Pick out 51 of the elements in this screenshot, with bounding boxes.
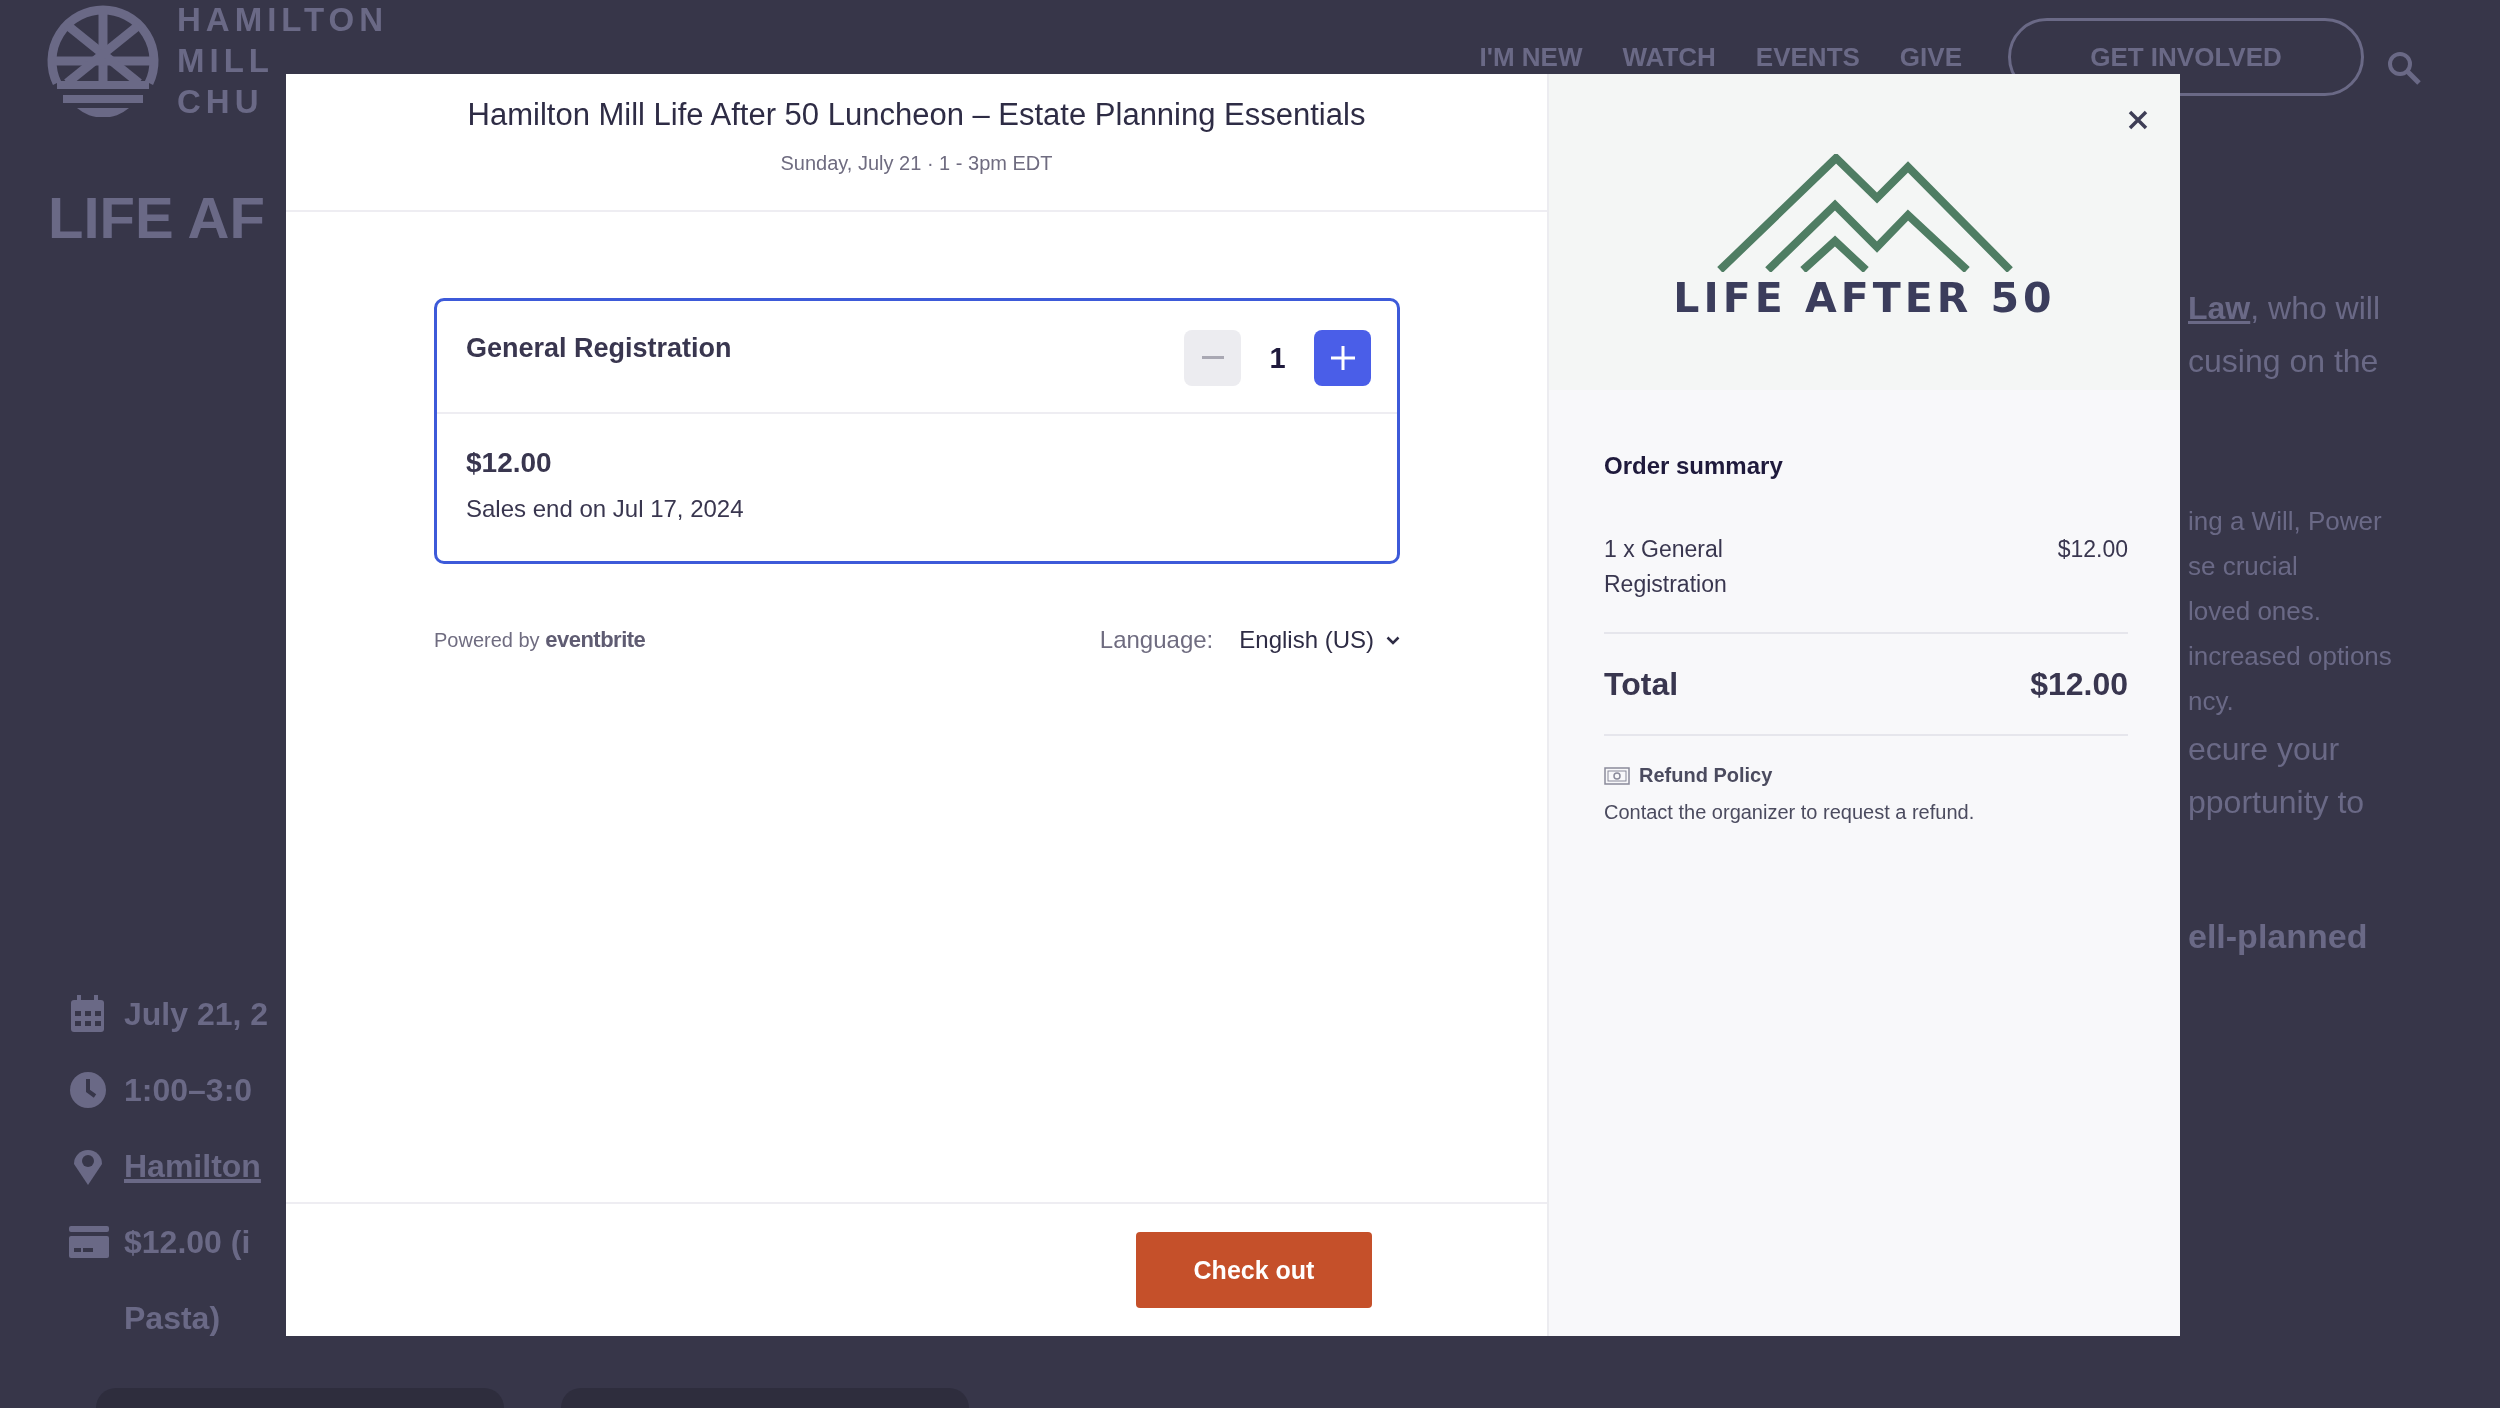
- order-summary-heading: Order summary: [1604, 452, 1784, 480]
- paragraph-heading: ell-planned: [2188, 917, 2369, 956]
- minus-icon: [1201, 356, 1224, 360]
- powered-by-text: Powered by eventbrite: [434, 627, 646, 653]
- language-dropdown[interactable]: English (US): [1239, 626, 1400, 654]
- paragraph-text: pportunity to: [2188, 784, 2366, 822]
- nav-link[interactable]: EVENTS: [1755, 41, 1860, 73]
- logo-text: HAMILTON: [177, 0, 389, 40]
- paragraph-text: ecure your: [2188, 731, 2341, 769]
- event-detail: Pasta): [124, 1299, 221, 1337]
- paragraph-text: loved ones.: [2188, 596, 2322, 628]
- checkout-button[interactable]: Check out: [1136, 1232, 1372, 1308]
- nav-link[interactable]: GIVE: [1899, 41, 1962, 73]
- sales-end-text: Sales end on Jul 17, 2024: [466, 495, 745, 523]
- logo-text: CHU: [177, 82, 265, 122]
- event-detail: 1:00–3:0: [124, 1071, 253, 1109]
- nav-link[interactable]: I'M NEW: [1479, 41, 1583, 73]
- event-detail: July 21, 2: [124, 995, 269, 1033]
- line-item-label: 1 x General Registration: [1604, 535, 1728, 599]
- plus-icon: [1329, 345, 1356, 371]
- language-label: Language:: [1099, 626, 1214, 654]
- logo-text: MILL: [177, 41, 275, 81]
- close-icon: [2128, 110, 2148, 130]
- event-title: Hamilton Mill Life After 50 Luncheon – Estate Planning Essentials: [467, 97, 1366, 133]
- church-logo-icon: [47, 5, 159, 117]
- chevron-down-icon: [1386, 635, 1400, 645]
- nav-link[interactable]: WATCH: [1622, 41, 1716, 73]
- event-date: Sunday, July 21 · 1 - 3pm EDT: [780, 152, 1053, 175]
- ticket-name: General Registration: [466, 333, 732, 364]
- page-title: LIFE AF: [48, 184, 265, 251]
- paragraph-text: Law, who will: [2188, 290, 2382, 328]
- refund-policy-title: Refund Policy: [1639, 764, 1773, 787]
- total-amount: $12.00: [2030, 665, 2128, 703]
- banknote-icon: [1604, 766, 1630, 785]
- search-icon[interactable]: [2386, 50, 2422, 86]
- law-link[interactable]: Law: [2188, 290, 2251, 326]
- quantity-value: 1: [1268, 341, 1287, 375]
- paragraph-text: ing a Will, Power: [2188, 506, 2383, 538]
- mountain-logo-icon: [1715, 154, 2014, 272]
- total-label: Total: [1604, 665, 1679, 703]
- refund-policy-text: Contact the organizer to request a refund.: [1604, 801, 1976, 824]
- paragraph-text: ncy.: [2188, 686, 2235, 718]
- location-link[interactable]: Hamilton: [124, 1147, 261, 1185]
- event-detail: $12.00 (i: [124, 1223, 251, 1261]
- paragraph-text: increased options: [2188, 641, 2393, 673]
- paragraph-text: se crucial: [2188, 551, 2299, 583]
- line-item-amount: $12.00: [2057, 535, 2128, 564]
- paragraph-text: cusing on the: [2188, 343, 2380, 381]
- logo-text: LIFE AFTER 50: [1673, 274, 2056, 322]
- ticket-price: $12.00: [466, 447, 553, 479]
- increase-button[interactable]: [1314, 330, 1371, 386]
